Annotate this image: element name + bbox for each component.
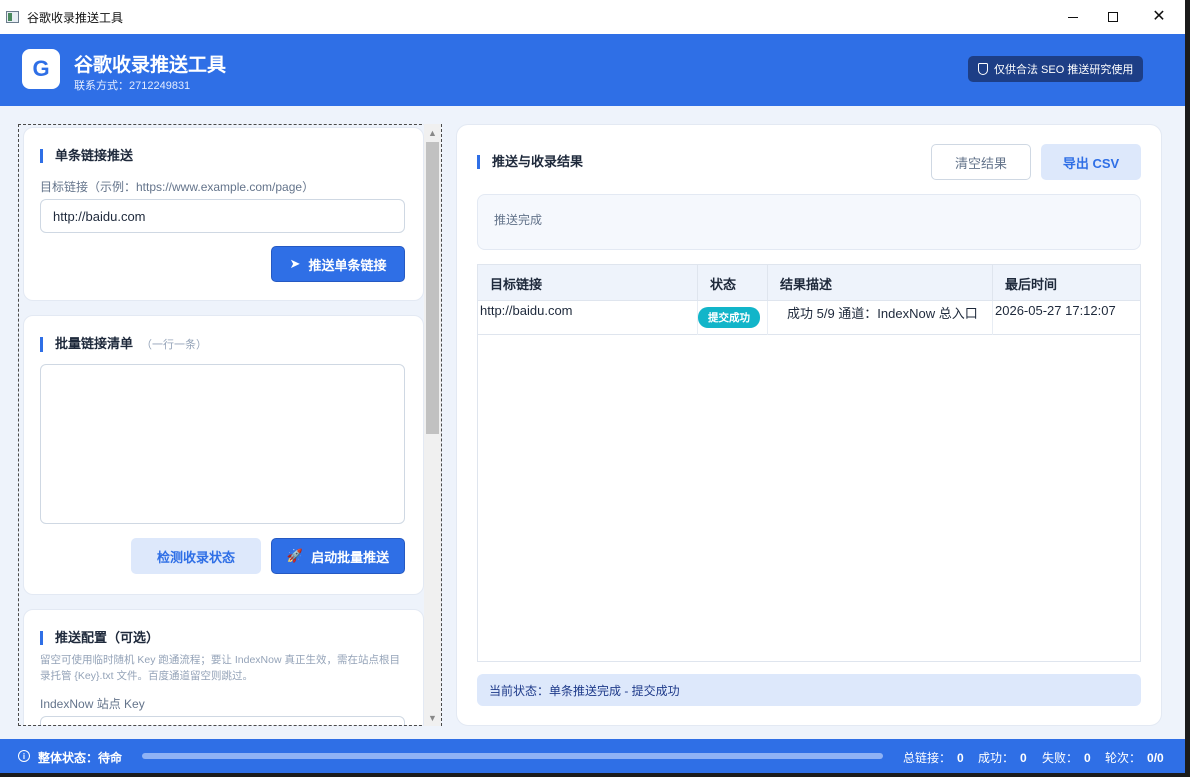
- config-card: 推送配置（可选） 留空可使用临时随机 Key 跑通流程；要让 IndexNow …: [23, 609, 424, 725]
- close-icon: ✕: [1152, 8, 1166, 25]
- single-link-card: 单条链接推送 目标链接（示例：https://www.example.com/p…: [23, 127, 424, 301]
- scroll-up-icon[interactable]: ▲: [424, 124, 441, 141]
- fail-value: 0: [1084, 751, 1091, 765]
- progress-fill: [142, 753, 883, 759]
- app-header: G 谷歌收录推送工具 联系方式：2712249831 仅供合法 SEO 推送研究…: [0, 34, 1185, 106]
- cell-status: 提交成功: [698, 301, 768, 335]
- batch-title: 批量链接清单 （一行一条）: [40, 337, 207, 352]
- cell-time: 2026-05-27 17:12:07: [995, 303, 1116, 318]
- success-stat: 成功： 0: [978, 749, 1027, 766]
- app-window: 谷歌收录推送工具 ✕ G 谷歌收录推送工具 联系方式：2712249831 仅供…: [0, 0, 1185, 773]
- total-value: 0: [957, 751, 964, 765]
- indexnow-key-label: IndexNow 站点 Key: [40, 697, 145, 711]
- shield-icon: [978, 63, 988, 75]
- column-header-url[interactable]: 目标链接: [478, 265, 698, 301]
- results-table: 目标链接 状态 结果描述 最后时间 http://baidu.com 提交成功 …: [477, 264, 1141, 662]
- info-icon: i: [18, 750, 30, 762]
- rounds-value: 0/0: [1147, 751, 1164, 765]
- success-label: 成功：: [978, 751, 1015, 765]
- config-title: 推送配置（可选）: [40, 631, 159, 645]
- app-icon: [6, 11, 19, 23]
- config-description: 留空可使用临时随机 Key 跑通流程；要让 IndexNow 真正生效，需在站点…: [40, 654, 400, 682]
- status-badge: 提交成功: [698, 307, 760, 328]
- batch-card: 批量链接清单 （一行一条） 检测收录状态 🚀 启动批量推送: [23, 315, 424, 595]
- minimize-icon: [1068, 16, 1078, 18]
- progress-bar: [142, 753, 883, 759]
- check-index-button[interactable]: 检测收录状态: [131, 538, 261, 574]
- cell-url: http://baidu.com: [478, 301, 698, 335]
- app-title: 谷歌收录推送工具: [74, 55, 227, 76]
- total-links-stat: 总链接： 0: [903, 749, 964, 766]
- legal-badge: 仅供合法 SEO 推送研究使用: [968, 56, 1144, 82]
- export-csv-button[interactable]: 导出 CSV: [1041, 144, 1141, 180]
- scrollbar-thumb[interactable]: [426, 142, 439, 434]
- push-single-button[interactable]: ➤ 推送单条链接: [271, 246, 405, 282]
- contact-info: 联系方式：2712249831: [74, 80, 191, 92]
- footer-status-bar: i 整体状态：待命 总链接： 0 成功： 0 失败： 0 轮次： 0/0: [0, 739, 1185, 773]
- rounds-label: 轮次：: [1105, 751, 1142, 765]
- overall-status: 整体状态：待命: [38, 751, 123, 765]
- clear-results-button[interactable]: 清空结果: [931, 144, 1031, 180]
- rounds-stat: 轮次： 0/0: [1105, 749, 1164, 766]
- push-single-label: 推送单条链接: [308, 257, 387, 273]
- fail-stat: 失败： 0: [1042, 749, 1091, 766]
- table-header: 目标链接 状态 结果描述 最后时间: [478, 265, 1140, 301]
- maximize-button[interactable]: [1090, 0, 1136, 34]
- batch-urls-textarea[interactable]: [40, 364, 405, 524]
- success-value: 0: [1020, 751, 1027, 765]
- target-url-label: 目标链接（示例：https://www.example.com/page）: [40, 180, 315, 194]
- current-status: 当前状态：单条推送完成 - 提交成功: [477, 674, 1141, 706]
- column-header-time[interactable]: 最后时间: [993, 265, 1140, 301]
- title-bar: 谷歌收录推送工具 ✕: [0, 0, 1185, 34]
- batch-title-label: 批量链接清单: [55, 336, 134, 351]
- fail-label: 失败：: [1042, 751, 1079, 765]
- send-icon: ➤: [289, 256, 301, 271]
- indexnow-key-input[interactable]: [40, 716, 405, 725]
- start-batch-button[interactable]: 🚀 启动批量推送: [271, 538, 405, 574]
- start-batch-label: 启动批量推送: [311, 549, 390, 565]
- cell-desc: 成功 5/9 通道：IndexNow 总入口: [768, 301, 993, 335]
- close-button[interactable]: ✕: [1136, 0, 1182, 34]
- left-scroll-pane[interactable]: 单条链接推送 目标链接（示例：https://www.example.com/p…: [18, 124, 442, 726]
- results-panel: 推送与收录结果 清空结果 导出 CSV 推送完成 目标链接 状态 结果描述 最后…: [456, 124, 1162, 726]
- column-header-status[interactable]: 状态: [698, 265, 768, 301]
- legal-badge-label: 仅供合法 SEO 推送研究使用: [994, 64, 1134, 76]
- left-scrollbar[interactable]: ▲ ▼: [424, 124, 441, 726]
- rocket-icon: 🚀: [286, 548, 304, 563]
- column-header-desc[interactable]: 结果描述: [768, 265, 993, 301]
- batch-hint: （一行一条）: [141, 339, 208, 351]
- window-title: 谷歌收录推送工具: [27, 10, 124, 25]
- single-link-title: 单条链接推送: [40, 149, 133, 163]
- logo: G: [22, 49, 60, 89]
- total-label: 总链接：: [903, 751, 952, 765]
- scroll-down-icon[interactable]: ▼: [424, 709, 441, 726]
- table-row[interactable]: http://baidu.com 提交成功 成功 5/9 通道：IndexNow…: [478, 301, 1140, 335]
- maximize-icon: [1108, 12, 1118, 22]
- result-message: 推送完成: [477, 194, 1141, 250]
- target-url-input[interactable]: http://baidu.com: [40, 199, 405, 233]
- results-title: 推送与收录结果: [477, 155, 583, 169]
